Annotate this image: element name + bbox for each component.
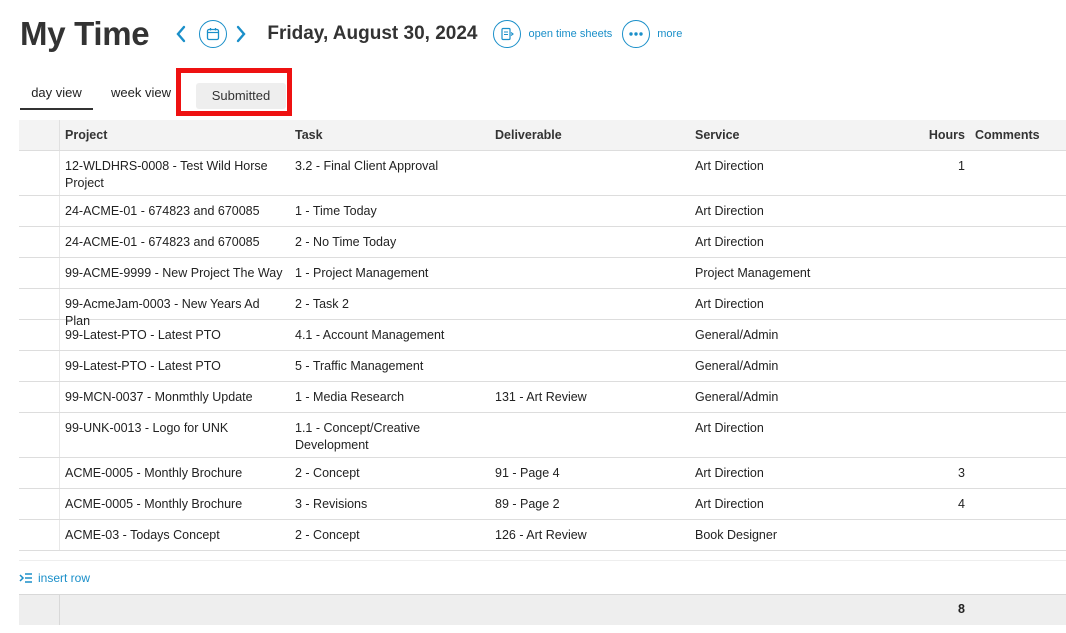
header-hours[interactable]: Hours bbox=[899, 120, 965, 150]
row-gutter bbox=[59, 227, 60, 257]
timesheet-icon[interactable] bbox=[493, 20, 522, 48]
insert-row-button[interactable]: insert row bbox=[19, 570, 90, 586]
table-row[interactable]: ACME-03 - Todays Concept 2 - Concept 126… bbox=[19, 520, 1066, 551]
cell-task[interactable]: 1 - Time Today bbox=[295, 203, 475, 220]
cell-service[interactable]: General/Admin bbox=[695, 358, 895, 375]
cell-service[interactable]: Art Direction bbox=[695, 203, 895, 220]
chevron-right-icon[interactable] bbox=[235, 25, 253, 43]
total-hours: 8 bbox=[958, 602, 965, 616]
cell-service[interactable]: Art Direction bbox=[695, 296, 895, 313]
cell-service[interactable]: Book Designer bbox=[695, 527, 895, 544]
current-date: Friday, August 30, 2024 bbox=[267, 23, 478, 44]
totals-row: 8 bbox=[19, 594, 1066, 625]
cell-task[interactable]: 1 - Media Research bbox=[295, 389, 475, 406]
table-row[interactable]: 12-WLDHRS-0008 - Test Wild Horse Project… bbox=[19, 151, 1066, 196]
table-row[interactable]: 24-ACME-01 - 674823 and 670085 1 - Time … bbox=[19, 196, 1066, 227]
row-gutter bbox=[59, 120, 60, 150]
cell-hours[interactable]: 1 bbox=[899, 158, 965, 175]
cell-deliverable[interactable]: 91 - Page 4 bbox=[495, 465, 685, 482]
cell-task[interactable]: 3 - Revisions bbox=[295, 496, 475, 513]
cell-project[interactable]: ACME-03 - Todays Concept bbox=[65, 527, 285, 544]
cell-task[interactable]: 2 - Concept bbox=[295, 465, 475, 482]
header-task[interactable]: Task bbox=[295, 120, 475, 150]
cell-project[interactable]: 99-UNK-0013 - Logo for UNK bbox=[65, 420, 285, 437]
table-row[interactable]: 24-ACME-01 - 674823 and 670085 2 - No Ti… bbox=[19, 227, 1066, 258]
cell-service[interactable]: General/Admin bbox=[695, 389, 895, 406]
cell-task[interactable]: 1.1 - Concept/Creative Development bbox=[295, 420, 475, 454]
cell-project[interactable]: 99-ACME-9999 - New Project The Way bbox=[65, 265, 285, 282]
cell-task[interactable]: 1 - Project Management bbox=[295, 265, 475, 282]
cell-deliverable[interactable]: 126 - Art Review bbox=[495, 527, 685, 544]
tab-submitted[interactable]: Submitted bbox=[196, 83, 286, 109]
chevron-left-icon[interactable] bbox=[175, 25, 193, 43]
table-header: Project Task Deliverable Service Hours C… bbox=[19, 120, 1066, 151]
cell-task[interactable]: 2 - Task 2 bbox=[295, 296, 475, 313]
cell-project[interactable]: 24-ACME-01 - 674823 and 670085 bbox=[65, 234, 285, 251]
more-link[interactable]: more bbox=[657, 28, 682, 40]
table-row[interactable]: 99-Latest-PTO - Latest PTO 5 - Traffic M… bbox=[19, 351, 1066, 382]
cell-service[interactable]: Art Direction bbox=[695, 158, 895, 175]
cell-hours[interactable]: 3 bbox=[899, 465, 965, 482]
row-gutter bbox=[59, 520, 60, 550]
table-row[interactable]: 99-UNK-0013 - Logo for UNK 1.1 - Concept… bbox=[19, 413, 1066, 458]
calendar-icon[interactable] bbox=[199, 20, 228, 48]
cell-service[interactable]: Art Direction bbox=[695, 496, 895, 513]
cell-service[interactable]: Art Direction bbox=[695, 420, 895, 437]
row-gutter bbox=[59, 196, 60, 226]
page-header: My Time Friday, August 30, 2024 open tim… bbox=[20, 14, 682, 54]
table-row[interactable]: 99-ACME-9999 - New Project The Way 1 - P… bbox=[19, 258, 1066, 289]
more-dots-icon[interactable] bbox=[622, 20, 651, 48]
open-time-sheets-link[interactable]: open time sheets bbox=[528, 28, 612, 40]
row-gutter bbox=[59, 258, 60, 288]
table-row[interactable]: 99-AcmeJam-0003 - New Years Ad Plan 2 - … bbox=[19, 289, 1066, 328]
tab-week-view[interactable]: week view bbox=[103, 78, 179, 108]
insert-row-label: insert row bbox=[38, 571, 91, 585]
cell-hours[interactable]: 4 bbox=[899, 496, 965, 513]
insert-row-icon bbox=[19, 573, 32, 583]
header-deliverable[interactable]: Deliverable bbox=[495, 120, 685, 150]
cell-task[interactable]: 2 - Concept bbox=[295, 527, 475, 544]
header-service[interactable]: Service bbox=[695, 120, 895, 150]
cell-project[interactable]: ACME-0005 - Monthly Brochure bbox=[65, 465, 285, 482]
table-row[interactable]: ACME-0005 - Monthly Brochure 3 - Revisio… bbox=[19, 489, 1066, 520]
cell-service[interactable]: Art Direction bbox=[695, 234, 895, 251]
row-gutter bbox=[59, 489, 60, 519]
cell-task[interactable]: 2 - No Time Today bbox=[295, 234, 475, 251]
cell-service[interactable]: Art Direction bbox=[695, 465, 895, 482]
cell-task[interactable]: 4.1 - Account Management bbox=[295, 327, 475, 344]
cell-project[interactable]: 99-Latest-PTO - Latest PTO bbox=[65, 358, 285, 375]
row-gutter bbox=[59, 458, 60, 488]
cell-deliverable[interactable]: 131 - Art Review bbox=[495, 389, 685, 406]
page-title: My Time bbox=[20, 15, 150, 52]
header-project[interactable]: Project bbox=[65, 120, 285, 150]
time-entries-table: Project Task Deliverable Service Hours C… bbox=[19, 120, 1066, 551]
header-comments[interactable]: Comments bbox=[975, 120, 1065, 150]
row-gutter bbox=[59, 351, 60, 381]
cell-deliverable[interactable]: 89 - Page 2 bbox=[495, 496, 685, 513]
row-gutter bbox=[59, 595, 60, 625]
cell-service[interactable]: General/Admin bbox=[695, 327, 895, 344]
row-gutter bbox=[59, 289, 60, 319]
cell-project[interactable]: 99-Latest-PTO - Latest PTO bbox=[65, 327, 285, 344]
row-gutter bbox=[59, 413, 60, 457]
cell-service[interactable]: Project Management bbox=[695, 265, 895, 282]
divider bbox=[19, 560, 1066, 561]
tab-day-view[interactable]: day view bbox=[20, 78, 93, 110]
table-row[interactable]: ACME-0005 - Monthly Brochure 2 - Concept… bbox=[19, 458, 1066, 489]
row-gutter bbox=[59, 320, 60, 350]
cell-project[interactable]: 12-WLDHRS-0008 - Test Wild Horse Project bbox=[65, 158, 285, 192]
cell-project[interactable]: 24-ACME-01 - 674823 and 670085 bbox=[65, 203, 285, 220]
cell-project[interactable]: 99-MCN-0037 - Monmthly Update bbox=[65, 389, 285, 406]
row-gutter bbox=[59, 151, 60, 195]
cell-task[interactable]: 3.2 - Final Client Approval bbox=[295, 158, 475, 175]
cell-project[interactable]: ACME-0005 - Monthly Brochure bbox=[65, 496, 285, 513]
table-row[interactable]: 99-Latest-PTO - Latest PTO 4.1 - Account… bbox=[19, 320, 1066, 351]
table-row[interactable]: 99-MCN-0037 - Monmthly Update 1 - Media … bbox=[19, 382, 1066, 413]
row-gutter bbox=[59, 382, 60, 412]
cell-task[interactable]: 5 - Traffic Management bbox=[295, 358, 475, 375]
